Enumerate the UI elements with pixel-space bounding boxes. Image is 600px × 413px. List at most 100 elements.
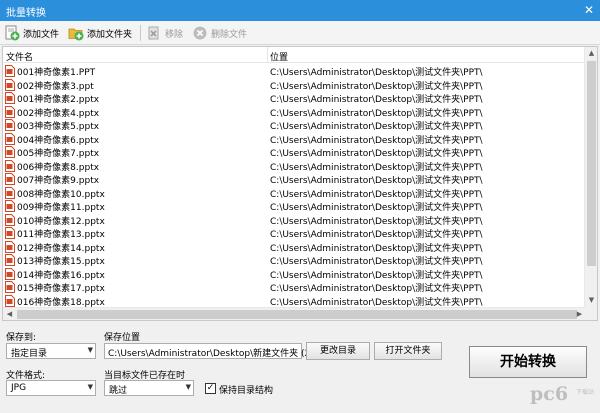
- save-to-value: 指定目录: [11, 349, 48, 359]
- ppt-file-icon: [5, 105, 15, 118]
- vertical-scrollbar[interactable]: ▲ ▼: [584, 47, 597, 307]
- format-value: JPG: [11, 383, 27, 393]
- column-header-filename[interactable]: 文件名: [6, 50, 33, 63]
- keep-structure-label[interactable]: 保持目录结构: [219, 383, 273, 396]
- change-dir-button[interactable]: 更改目录: [306, 342, 370, 360]
- format-select[interactable]: JPG ▼: [6, 380, 96, 396]
- ppt-file-icon: [5, 281, 15, 293]
- save-location-field[interactable]: C:\Users\Administrator\Desktop\新建文件夹 (2): [104, 343, 314, 359]
- list-item[interactable]: 001神奇像素2.pptx C:\Users\Administrator\Desk…: [3, 91, 586, 105]
- file-name: 012神奇像素14.pptx: [17, 243, 105, 254]
- file-name: 003神奇像素5.pptx: [17, 122, 100, 132]
- list-item[interactable]: 008神奇像素10.pptx C:\Users\Administrator\Des…: [3, 186, 586, 200]
- list-item[interactable]: 010神奇像素12.pptx C:\Users\Administrator\Des…: [3, 213, 586, 227]
- ppt-file-icon: [5, 186, 15, 199]
- delete-icon: [192, 25, 208, 41]
- ppt-file-icon: [5, 146, 15, 158]
- watermark-logo: pc6 下载站: [530, 383, 596, 409]
- list-item[interactable]: 003神奇像素5.pptx C:\Users\Administrator\Desk…: [3, 118, 586, 132]
- list-item[interactable]: 002神奇像素4.pptx C:\Users\Administrator\Desk…: [3, 105, 586, 119]
- ppt-file-icon: [5, 227, 15, 239]
- file-list[interactable]: 文件名 位置 001神奇像素1.PPT C:\Users\Administrato…: [2, 46, 598, 321]
- list-item[interactable]: 016神奇像素18.pptx C:\Users\Administrator\Des…: [3, 294, 586, 308]
- file-location: C:\Users\Administrator\Desktop\测试文件夹\PPT…: [270, 162, 483, 173]
- file-location: C:\Users\Administrator\Desktop\测试文件夹\PPT…: [270, 135, 483, 146]
- file-name: 007神奇像素9.pptx: [17, 176, 100, 186]
- file-location: C:\Users\Administrator\Desktop\测试文件夹\PPT…: [270, 243, 483, 254]
- file-location: C:\Users\Administrator\Desktop\测试文件夹\PPT…: [270, 284, 483, 294]
- list-item[interactable]: 011神奇像素13.pptx C:\Users\Administrator\Des…: [3, 226, 586, 240]
- remove-button[interactable]: 移除: [146, 23, 183, 43]
- add-folder-icon: [68, 25, 84, 41]
- file-location: C:\Users\Administrator\Desktop\测试文件夹\PPT…: [270, 216, 483, 227]
- delete-file-button[interactable]: 删除文件: [192, 23, 247, 43]
- list-item[interactable]: 015神奇像素17.pptx C:\Users\Administrator\Des…: [3, 280, 586, 294]
- ppt-file-icon: [5, 132, 15, 145]
- close-icon[interactable]: ✕: [578, 0, 600, 21]
- ppt-file-icon: [5, 159, 15, 172]
- file-name: 004神奇像素6.pptx: [17, 135, 100, 146]
- list-item[interactable]: 004神奇像素6.pptx C:\Users\Administrator\Desk…: [3, 132, 586, 146]
- watermark-sub: 下载站: [575, 389, 594, 396]
- scroll-up-icon[interactable]: ▲: [585, 47, 597, 60]
- file-name: 002神奇像素3.ppt: [17, 81, 94, 92]
- scroll-left-icon[interactable]: ◀: [3, 308, 16, 320]
- file-name: 008神奇像素10.pptx: [17, 189, 105, 200]
- exists-select[interactable]: 跳过 ▼: [104, 380, 194, 396]
- ppt-file-icon: [5, 173, 15, 185]
- scroll-corner: [584, 307, 597, 320]
- file-location: C:\Users\Administrator\Desktop\测试文件夹\PPT…: [270, 176, 483, 186]
- file-location: C:\Users\Administrator\Desktop\测试文件夹\PPT…: [270, 257, 483, 267]
- ppt-file-icon: [5, 78, 15, 91]
- scroll-down-icon[interactable]: ▼: [585, 294, 597, 307]
- save-to-select[interactable]: 指定目录 ▼: [6, 343, 96, 359]
- file-location: C:\Users\Administrator\Desktop\测试文件夹\PPT…: [270, 68, 483, 78]
- file-name: 006神奇像素8.pptx: [17, 162, 100, 173]
- file-name: 010神奇像素12.pptx: [17, 216, 105, 227]
- save-location-label: 保存位置: [104, 333, 141, 343]
- start-convert-button[interactable]: 开始转换: [469, 346, 587, 378]
- open-folder-button[interactable]: 打开文件夹: [374, 342, 442, 360]
- remove-label: 移除: [165, 29, 184, 40]
- ppt-file-icon: [5, 92, 15, 104]
- add-file-label: 添加文件: [23, 29, 60, 40]
- chevron-down-icon: ▼: [87, 383, 93, 391]
- list-item[interactable]: 002神奇像素3.ppt C:\Users\Administrator\Deskt…: [3, 78, 586, 92]
- add-file-button[interactable]: 添加文件: [4, 23, 59, 43]
- file-name: 001神奇像素2.pptx: [17, 95, 100, 105]
- delete-file-label: 删除文件: [211, 29, 248, 40]
- list-item[interactable]: 014神奇像素16.pptx C:\Users\Administrator\Des…: [3, 267, 586, 281]
- ppt-file-icon: [5, 267, 15, 280]
- column-header-location[interactable]: 位置: [270, 50, 288, 63]
- list-item[interactable]: 007神奇像素9.pptx C:\Users\Administrator\Desk…: [3, 172, 586, 186]
- ppt-file-icon: [5, 200, 15, 212]
- column-divider[interactable]: [267, 47, 268, 63]
- list-item[interactable]: 006神奇像素8.pptx C:\Users\Administrator\Desk…: [3, 159, 586, 173]
- add-folder-button[interactable]: 添加文件夹: [68, 23, 132, 43]
- list-item[interactable]: 013神奇像素15.pptx C:\Users\Administrator\Des…: [3, 253, 586, 267]
- file-location: C:\Users\Administrator\Desktop\测试文件夹\PPT…: [270, 297, 483, 308]
- list-item[interactable]: 009神奇像素11.pptx C:\Users\Administrator\Des…: [3, 199, 586, 213]
- horizontal-scrollbar[interactable]: ◀ ▶: [3, 307, 586, 320]
- file-name: 009神奇像素11.pptx: [17, 203, 105, 213]
- ppt-file-icon: [5, 119, 15, 131]
- file-name: 014神奇像素16.pptx: [17, 270, 105, 281]
- list-item[interactable]: 001神奇像素1.PPT C:\Users\Administrator\Deskt…: [3, 64, 586, 78]
- file-location: C:\Users\Administrator\Desktop\测试文件夹\PPT…: [270, 108, 483, 119]
- keep-structure-checkbox[interactable]: ✓: [205, 383, 216, 394]
- file-name: 002神奇像素4.pptx: [17, 108, 100, 119]
- vertical-scroll-thumb[interactable]: [587, 61, 596, 266]
- list-item[interactable]: 005神奇像素7.pptx C:\Users\Administrator\Desk…: [3, 145, 586, 159]
- save-to-label: 保存到:: [6, 333, 37, 343]
- file-name: 015神奇像素17.pptx: [17, 284, 105, 294]
- title-bar: 批量转换 ✕: [0, 0, 600, 21]
- file-location: C:\Users\Administrator\Desktop\测试文件夹\PPT…: [270, 95, 483, 105]
- file-name: 001神奇像素1.PPT: [17, 68, 96, 78]
- horizontal-scroll-thumb[interactable]: [17, 310, 577, 319]
- ppt-file-icon: [5, 240, 15, 253]
- list-item[interactable]: 012神奇像素14.pptx C:\Users\Administrator\Des…: [3, 240, 586, 254]
- add-file-icon: [4, 25, 20, 41]
- toolbar: 添加文件 添加文件夹 移除 删除文件: [0, 21, 600, 45]
- file-location: C:\Users\Administrator\Desktop\测试文件夹\PPT…: [270, 203, 483, 213]
- list-rows: 001神奇像素1.PPT C:\Users\Administrator\Deskt…: [3, 64, 586, 308]
